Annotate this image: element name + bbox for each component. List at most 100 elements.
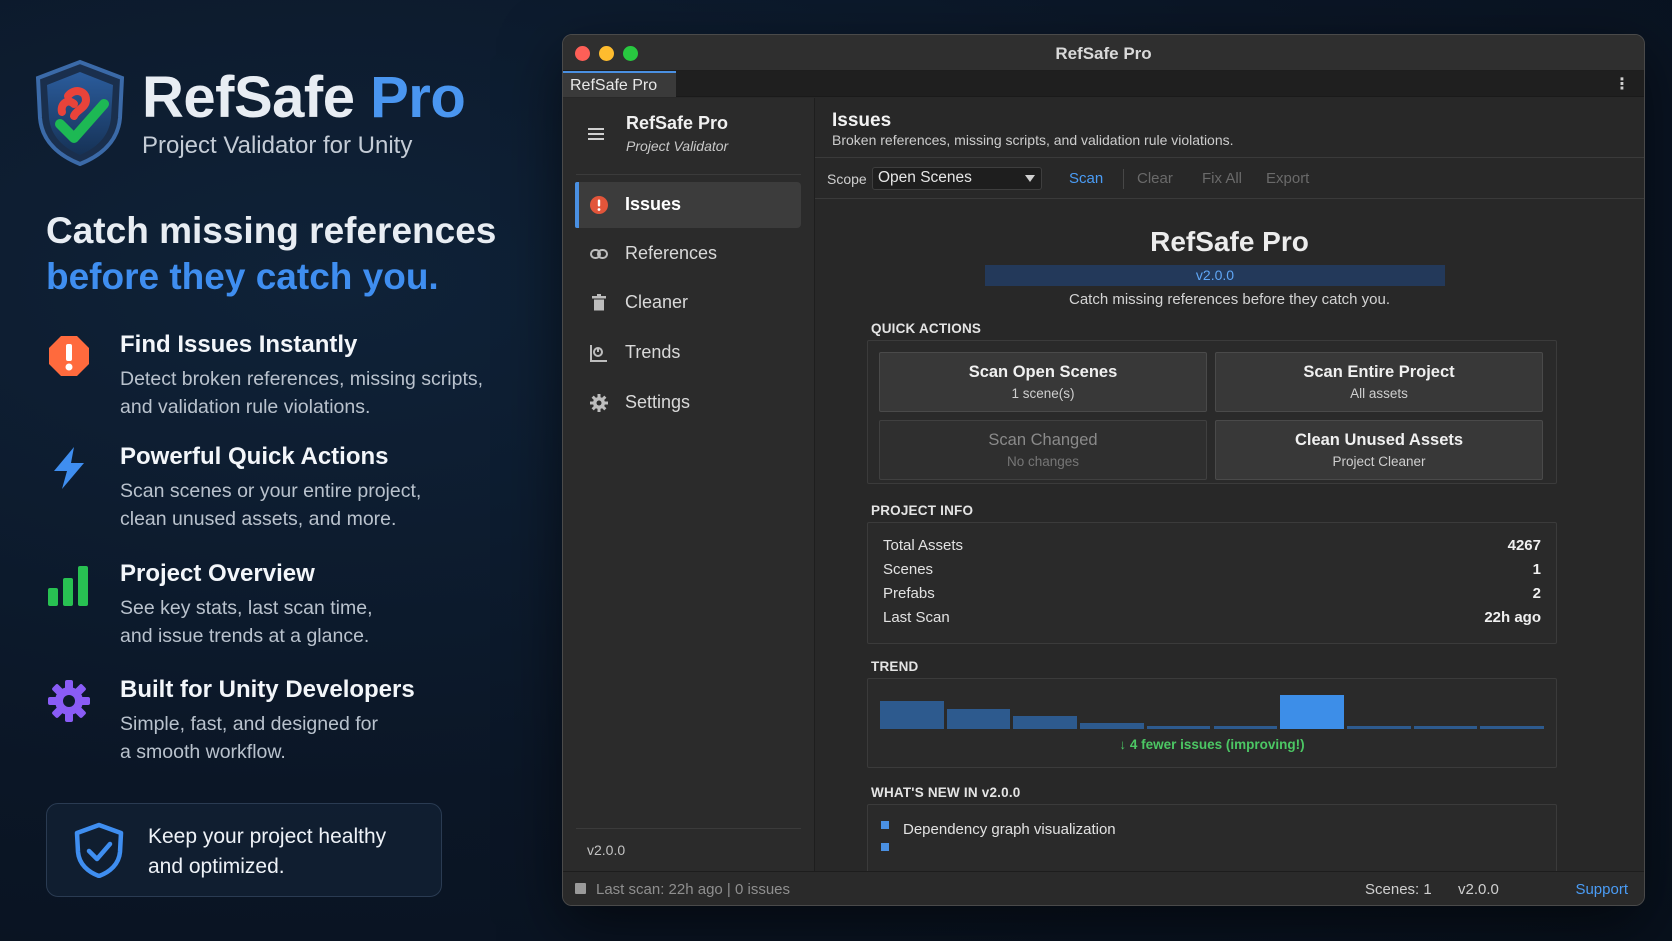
brand-name: RefSafe [142, 65, 355, 130]
fix-all-button[interactable]: Fix All [1202, 170, 1242, 187]
export-button[interactable]: Export [1266, 170, 1309, 187]
feature-title: Find Issues Instantly [120, 331, 358, 358]
trash-icon [592, 294, 606, 311]
trend-bar [1413, 726, 1478, 729]
qa-subtitle: 1 scene(s) [1011, 386, 1075, 401]
chevron-down-icon [1025, 175, 1035, 182]
lightning-icon [54, 447, 84, 489]
title-bar[interactable]: RefSafe Pro [563, 35, 1644, 71]
status-indicator-icon [575, 883, 586, 894]
bar-chart-icon [48, 566, 88, 606]
scan-entire-project-button[interactable]: Scan Entire Project All assets [1215, 352, 1543, 412]
whats-new-label: WHAT'S NEW IN v2.0.0 [871, 785, 1021, 800]
feature-desc: See key stats, last scan time, and issue … [120, 597, 373, 647]
hero-version-badge: v2.0.0 [985, 265, 1445, 286]
gear-icon [48, 680, 90, 722]
brand-subtitle: Project Validator for Unity [142, 132, 413, 159]
headline-line2: before they catch you. [46, 256, 439, 297]
trend-panel: ↓ 4 fewer issues (improving!) [867, 678, 1557, 768]
project-info-label: PROJECT INFO [871, 503, 974, 518]
tab-refsafe-pro[interactable]: RefSafe Pro [563, 71, 676, 97]
sidebar-subtitle: Project Validator [626, 138, 729, 154]
hero-tagline: Catch missing references before they cat… [1069, 291, 1390, 308]
sidebar-item-label: Trends [625, 342, 681, 362]
scope-select[interactable]: Open Scenes [872, 167, 1042, 190]
status-last-scan: Last scan: 22h ago | 0 issues [596, 881, 791, 898]
gear-icon [590, 394, 608, 412]
sidebar-item-references[interactable]: References [575, 231, 801, 277]
window-title: RefSafe Pro [1055, 44, 1152, 63]
trend-bar [880, 701, 944, 729]
status-version: v2.0.0 [1458, 881, 1499, 898]
tab-menu-icon[interactable]: ⋮ [1614, 74, 1630, 94]
sidebar-title: RefSafe Pro [626, 113, 729, 133]
sidebar-item-cleaner[interactable]: Cleaner [575, 280, 801, 326]
qa-subtitle: All assets [1350, 386, 1408, 401]
support-link[interactable]: Support [1575, 881, 1628, 898]
project-info-panel: Total Assets 4267 Scenes 1 Prefabs 2 Las… [867, 522, 1557, 644]
page-description: Broken references, missing scripts, and … [832, 132, 1234, 148]
scan-open-scenes-button[interactable]: Scan Open Scenes 1 scene(s) [879, 352, 1207, 412]
sidebar-item-label: Cleaner [625, 292, 689, 312]
trend-label: TREND [871, 659, 919, 674]
healthy-text: Keep your project healthy and optimized. [148, 825, 387, 878]
trend-chart [880, 687, 1544, 729]
brand-header: RefSafe Pro Project Validator for Unity [30, 58, 466, 168]
trend-bar [1146, 726, 1211, 729]
sidebar-item-label: Issues [625, 194, 682, 214]
scan-changed-button[interactable]: Scan Changed No changes [879, 420, 1207, 480]
clear-button[interactable]: Clear [1137, 170, 1173, 187]
sidebar-divider [576, 828, 801, 829]
status-scenes: Scenes: 1 [1365, 881, 1432, 898]
sidebar-item-issues[interactable]: Issues [575, 182, 801, 228]
main-panel: Issues Broken references, missing script… [815, 98, 1644, 871]
trend-bar [1080, 722, 1144, 729]
sidebar-version: v2.0.0 [587, 842, 626, 858]
app-window: RefSafe Pro RefSafe Pro ⋮ RefSafe Pro Pr… [562, 34, 1645, 906]
sidebar-item-settings[interactable]: Settings [575, 380, 801, 426]
brand-title: RefSafe Pro [142, 65, 466, 130]
feature-desc: Scan scenes or your entire project, clean… [120, 480, 422, 530]
scan-button[interactable]: Scan [1069, 170, 1103, 187]
hamburger-menu-icon[interactable] [588, 128, 604, 143]
whats-new-panel: Dependency graph visualization [867, 804, 1557, 871]
feature-title: Project Overview [120, 560, 315, 587]
feature-quick-actions: Powerful Quick Actions Scan scenes or yo… [46, 443, 506, 539]
feature-project-overview: Project Overview See key stats, last sca… [46, 560, 506, 656]
trend-bar [946, 708, 1011, 729]
brand-pro: Pro [370, 65, 466, 130]
trend-bar [1013, 715, 1078, 729]
feature-unity-devs: Built for Unity Developers Simple, fast,… [46, 676, 506, 772]
qa-subtitle: Project Cleaner [1332, 454, 1426, 469]
feature-find-issues: Find Issues Instantly Detect broken refe… [46, 331, 506, 427]
clean-unused-assets-button[interactable]: Clean Unused Assets Project Cleaner [1215, 420, 1543, 480]
sidebar-item-label: Settings [625, 392, 691, 412]
news-bullet [881, 821, 889, 829]
toolbar-separator [1123, 169, 1124, 189]
qa-title: Scan Changed [988, 431, 1098, 449]
hero-title: RefSafe Pro [1150, 226, 1309, 257]
feature-desc: Detect broken references, missing script… [120, 368, 484, 418]
trend-bar [1213, 726, 1278, 729]
qa-title: Scan Open Scenes [968, 363, 1118, 381]
qa-title: Clean Unused Assets [1294, 431, 1464, 449]
chart-icon [590, 345, 607, 362]
sidebar-item-trends[interactable]: Trends [575, 330, 801, 376]
feature-title: Built for Unity Developers [120, 676, 415, 703]
status-bar: Last scan: 22h ago | 0 issues Scenes: 1 … [563, 871, 1644, 905]
trend-bar [1280, 695, 1344, 729]
info-row-scenes: Scenes 1 [883, 561, 1541, 578]
qa-title: Scan Entire Project [1303, 363, 1455, 381]
alert-icon [590, 196, 608, 214]
headline-line1: Catch missing references [46, 210, 497, 251]
trend-bar [1346, 726, 1411, 729]
sidebar: RefSafe Pro Project Validator Issues Ref… [563, 98, 815, 871]
trend-note: ↓ 4 fewer issues (improving!) [1119, 737, 1305, 752]
issues-content[interactable]: RefSafe Pro v2.0.0 Catch missing referen… [815, 200, 1644, 871]
tab-bar: RefSafe Pro ⋮ [563, 71, 1644, 97]
info-row-total-assets: Total Assets 4267 [883, 537, 1541, 554]
link-icon [590, 249, 608, 259]
feature-title: Powerful Quick Actions [120, 443, 389, 470]
shield-link-logo-icon [35, 59, 125, 167]
feature-desc: Simple, fast, and designed for a smooth w… [120, 713, 378, 763]
